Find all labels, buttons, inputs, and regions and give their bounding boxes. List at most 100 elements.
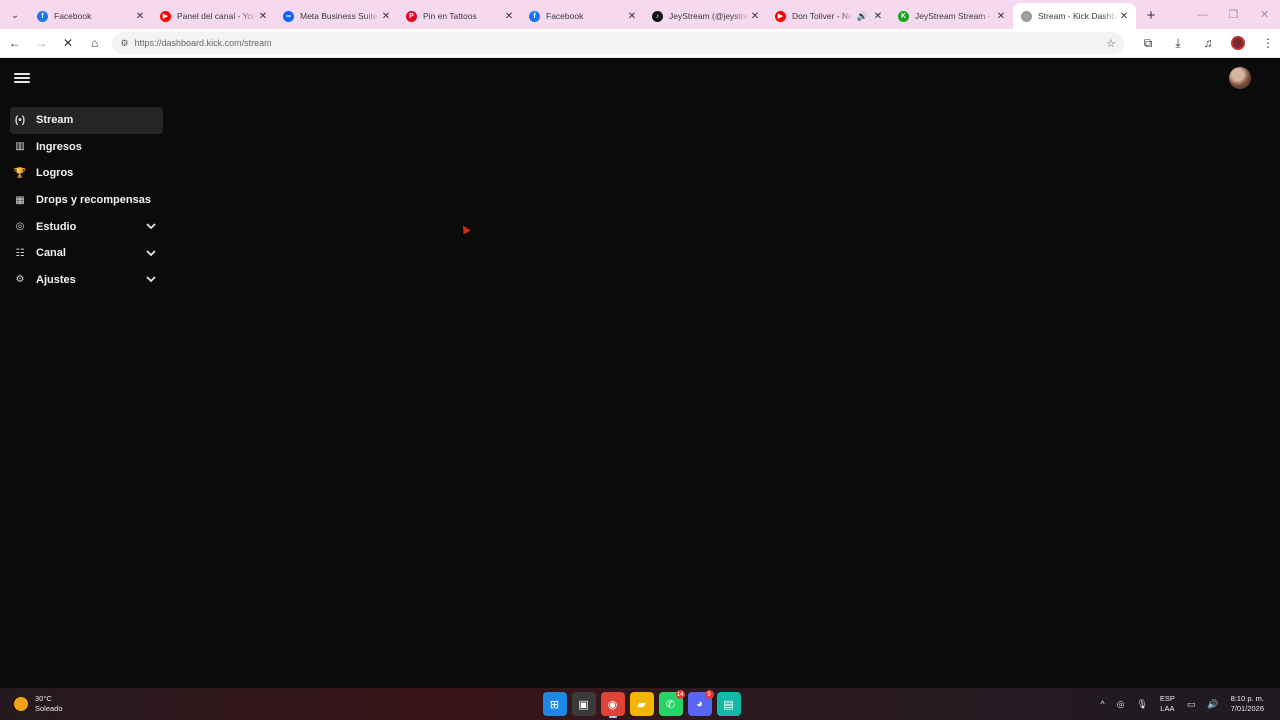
volume-icon[interactable]: 🔊	[1207, 699, 1218, 710]
windows-start-icon[interactable]: ⊞	[542, 692, 567, 716]
task-view-icon[interactable]: ▣	[571, 692, 596, 716]
mouse-cursor-icon	[459, 223, 471, 235]
close-window-icon[interactable]: ✕	[1249, 8, 1280, 21]
clock-time: 8:10 p. m.	[1230, 694, 1264, 703]
tab-title: JeyStream Stream - Kick	[915, 11, 995, 21]
sidebar-item-drops[interactable]: ▦ Drops y recompensas	[10, 187, 163, 214]
sidebar-item-label: Canal	[36, 247, 66, 260]
tab-title: JeyStream (@jeystream)	[669, 11, 749, 21]
sidebar-item-logros[interactable]: 🏆 Logros	[10, 160, 163, 187]
browser-toolbar: ← → ✕ ⌂ ⚙ https://dashboard.kick.com/str…	[0, 29, 1280, 58]
language-indicator[interactable]: ESP LAA	[1160, 694, 1175, 714]
sidebar-item-label: Stream	[36, 114, 74, 127]
trophy-icon: 🏆	[13, 167, 27, 179]
browser-tab[interactable]: ▶ Don Toliver - No 🔊 ✕	[767, 3, 890, 29]
back-icon[interactable]: ←	[3, 31, 27, 55]
tab-list: fFacebook✕▶Panel del canal - YouTube✕∞Me…	[29, 3, 1136, 29]
sun-icon	[14, 697, 28, 711]
site-info-icon[interactable]: ⚙	[120, 38, 128, 49]
browser-tab[interactable]: ∞ Meta Business Suite ✕	[275, 3, 398, 29]
facebook-icon: f	[37, 10, 48, 22]
clock-date: 7/01/2026	[1230, 704, 1264, 713]
restore-icon[interactable]: ❐	[1218, 8, 1249, 21]
file-explorer-icon[interactable]: ▰	[629, 692, 654, 716]
tab-close-icon[interactable]: ✕	[995, 11, 1007, 22]
chart-icon: ▥	[15, 141, 25, 153]
notification-badge: 9	[704, 690, 714, 699]
notification-badge: 14	[675, 690, 685, 699]
bookmark-star-icon[interactable]: ☆	[1106, 37, 1116, 50]
sidebar-nav: (•) Stream ▥ Ingresos 🏆 Logros ▦ Drops y recomp…	[10, 107, 163, 293]
chat-app-icon[interactable]: ▤	[716, 692, 741, 716]
tab-title: Meta Business Suite	[300, 11, 378, 21]
network-icon[interactable]: ▭	[1187, 699, 1196, 710]
browser-tab[interactable]: f Facebook ✕	[521, 3, 644, 29]
browser-tab-strip: ⌄ fFacebook✕▶Panel del canal - YouTube✕∞…	[0, 0, 1280, 29]
browser-tab[interactable]: ▶ Panel del canal - YouTube✕	[152, 3, 275, 29]
sidebar-item-ajustes[interactable]: ⚙ Ajustes	[10, 267, 163, 294]
windows-taskbar: 30°C Soleado ⊞ ▣ ◉ ▰ ✆ 14 ◕ 9 ▤ ^ ◎ 🎙 ESP LAA ▭ …	[0, 688, 1280, 720]
tab-search-icon[interactable]: ⌄	[4, 4, 26, 26]
weather-temp: 30°C	[35, 694, 52, 703]
hamburger-menu-icon[interactable]	[14, 71, 30, 85]
forward-icon[interactable]: →	[30, 31, 54, 55]
sidebar-item-label: Logros	[36, 167, 74, 180]
tab-close-icon[interactable]: ✕	[626, 11, 638, 22]
sidebar-item-stream[interactable]: (•) Stream	[10, 107, 163, 134]
sidebar-item-label: Ajustes	[36, 273, 76, 286]
chevron-down-icon[interactable]	[145, 221, 157, 233]
browser-tab[interactable]: ♪ JeyStream (@jeystream)✕	[644, 3, 767, 29]
minimize-icon[interactable]: —	[1187, 9, 1218, 21]
meta-icon: ∞	[283, 10, 294, 22]
sidebar-item-label: Drops y recompensas	[36, 194, 151, 207]
user-avatar[interactable]	[1229, 67, 1251, 89]
tab-close-icon[interactable]: ✕	[1118, 11, 1130, 22]
tray-overflow-icon[interactable]: ^	[1100, 699, 1104, 709]
tab-close-icon[interactable]: ✕	[749, 11, 761, 22]
extensions-icon[interactable]: ⧉	[1136, 31, 1160, 55]
kick-icon: K	[898, 10, 909, 22]
tab-close-icon[interactable]: ✕	[257, 11, 269, 22]
home-icon[interactable]: ⌂	[83, 31, 107, 55]
browser-tab[interactable]: ◌ Stream - Kick Dashboard✕	[1013, 3, 1136, 29]
sidebar-item-label: Ingresos	[36, 140, 82, 153]
window-controls: — ❐ ✕	[1187, 0, 1280, 29]
tab-close-icon[interactable]: ✕	[503, 11, 515, 22]
tab-close-icon[interactable]: ✕	[134, 11, 146, 22]
chrome-icon[interactable]: ◉	[600, 692, 625, 718]
tab-title: Don Toliver - No	[792, 11, 853, 21]
tray-app-icon[interactable]: ◎	[1117, 699, 1125, 710]
browser-tab[interactable]: f Facebook ✕	[29, 3, 152, 29]
whatsapp-icon[interactable]: ✆ 14	[658, 690, 685, 716]
tab-close-icon[interactable]: ✕	[872, 11, 884, 22]
url-text[interactable]: https://dashboard.kick.com/stream	[135, 38, 1107, 48]
youtube-icon: ▶	[160, 10, 171, 22]
stop-loading-icon[interactable]: ✕	[56, 31, 80, 55]
profile-icon[interactable]	[1226, 31, 1250, 55]
chevron-down-icon[interactable]	[145, 247, 157, 259]
tab-title: Stream - Kick Dashboard	[1038, 11, 1118, 21]
downloads-icon[interactable]: ⤓	[1166, 31, 1190, 55]
facebook-icon: f	[529, 10, 540, 22]
sidebar-item-ingresos[interactable]: ▥ Ingresos	[10, 134, 163, 161]
address-bar[interactable]: ⚙ https://dashboard.kick.com/stream ☆	[112, 32, 1124, 54]
dashboard-page: (•) Stream ▥ Ingresos 🏆 Logros ▦ Drops y recomp…	[0, 58, 1280, 688]
weather-widget[interactable]: 30°C Soleado	[14, 694, 63, 714]
sidebar-item-estudio[interactable]: ◎ Estudio	[10, 213, 163, 240]
tab-audio-icon[interactable]: 🔊	[857, 11, 868, 22]
gear-icon: ⚙	[15, 274, 25, 286]
menu-kebab-icon[interactable]: ⋮	[1256, 31, 1280, 55]
loading-icon: ◌	[1021, 10, 1032, 22]
tab-title: Facebook	[546, 11, 584, 21]
clock[interactable]: 8:10 p. m. 7/01/2026	[1231, 694, 1264, 714]
microphone-icon[interactable]: 🎙	[1136, 699, 1147, 710]
browser-tab[interactable]: P Pin en Tattoos ✕	[398, 3, 521, 29]
tab-close-icon[interactable]: ✕	[380, 11, 392, 22]
sidebar-item-canal[interactable]: ☷ Canal	[10, 240, 163, 267]
new-tab-button[interactable]: +	[1140, 4, 1162, 26]
media-controls-icon[interactable]: ♫	[1196, 31, 1220, 55]
browser-tab[interactable]: K JeyStream Stream - Kick✕	[890, 3, 1013, 29]
system-tray: ^ ◎ 🎙 ESP LAA ▭ 🔊 8:10 p. m. 7/01/2026	[1094, 688, 1270, 720]
discord-icon[interactable]: ◕ 9	[687, 690, 714, 716]
chevron-down-icon[interactable]	[145, 274, 157, 286]
